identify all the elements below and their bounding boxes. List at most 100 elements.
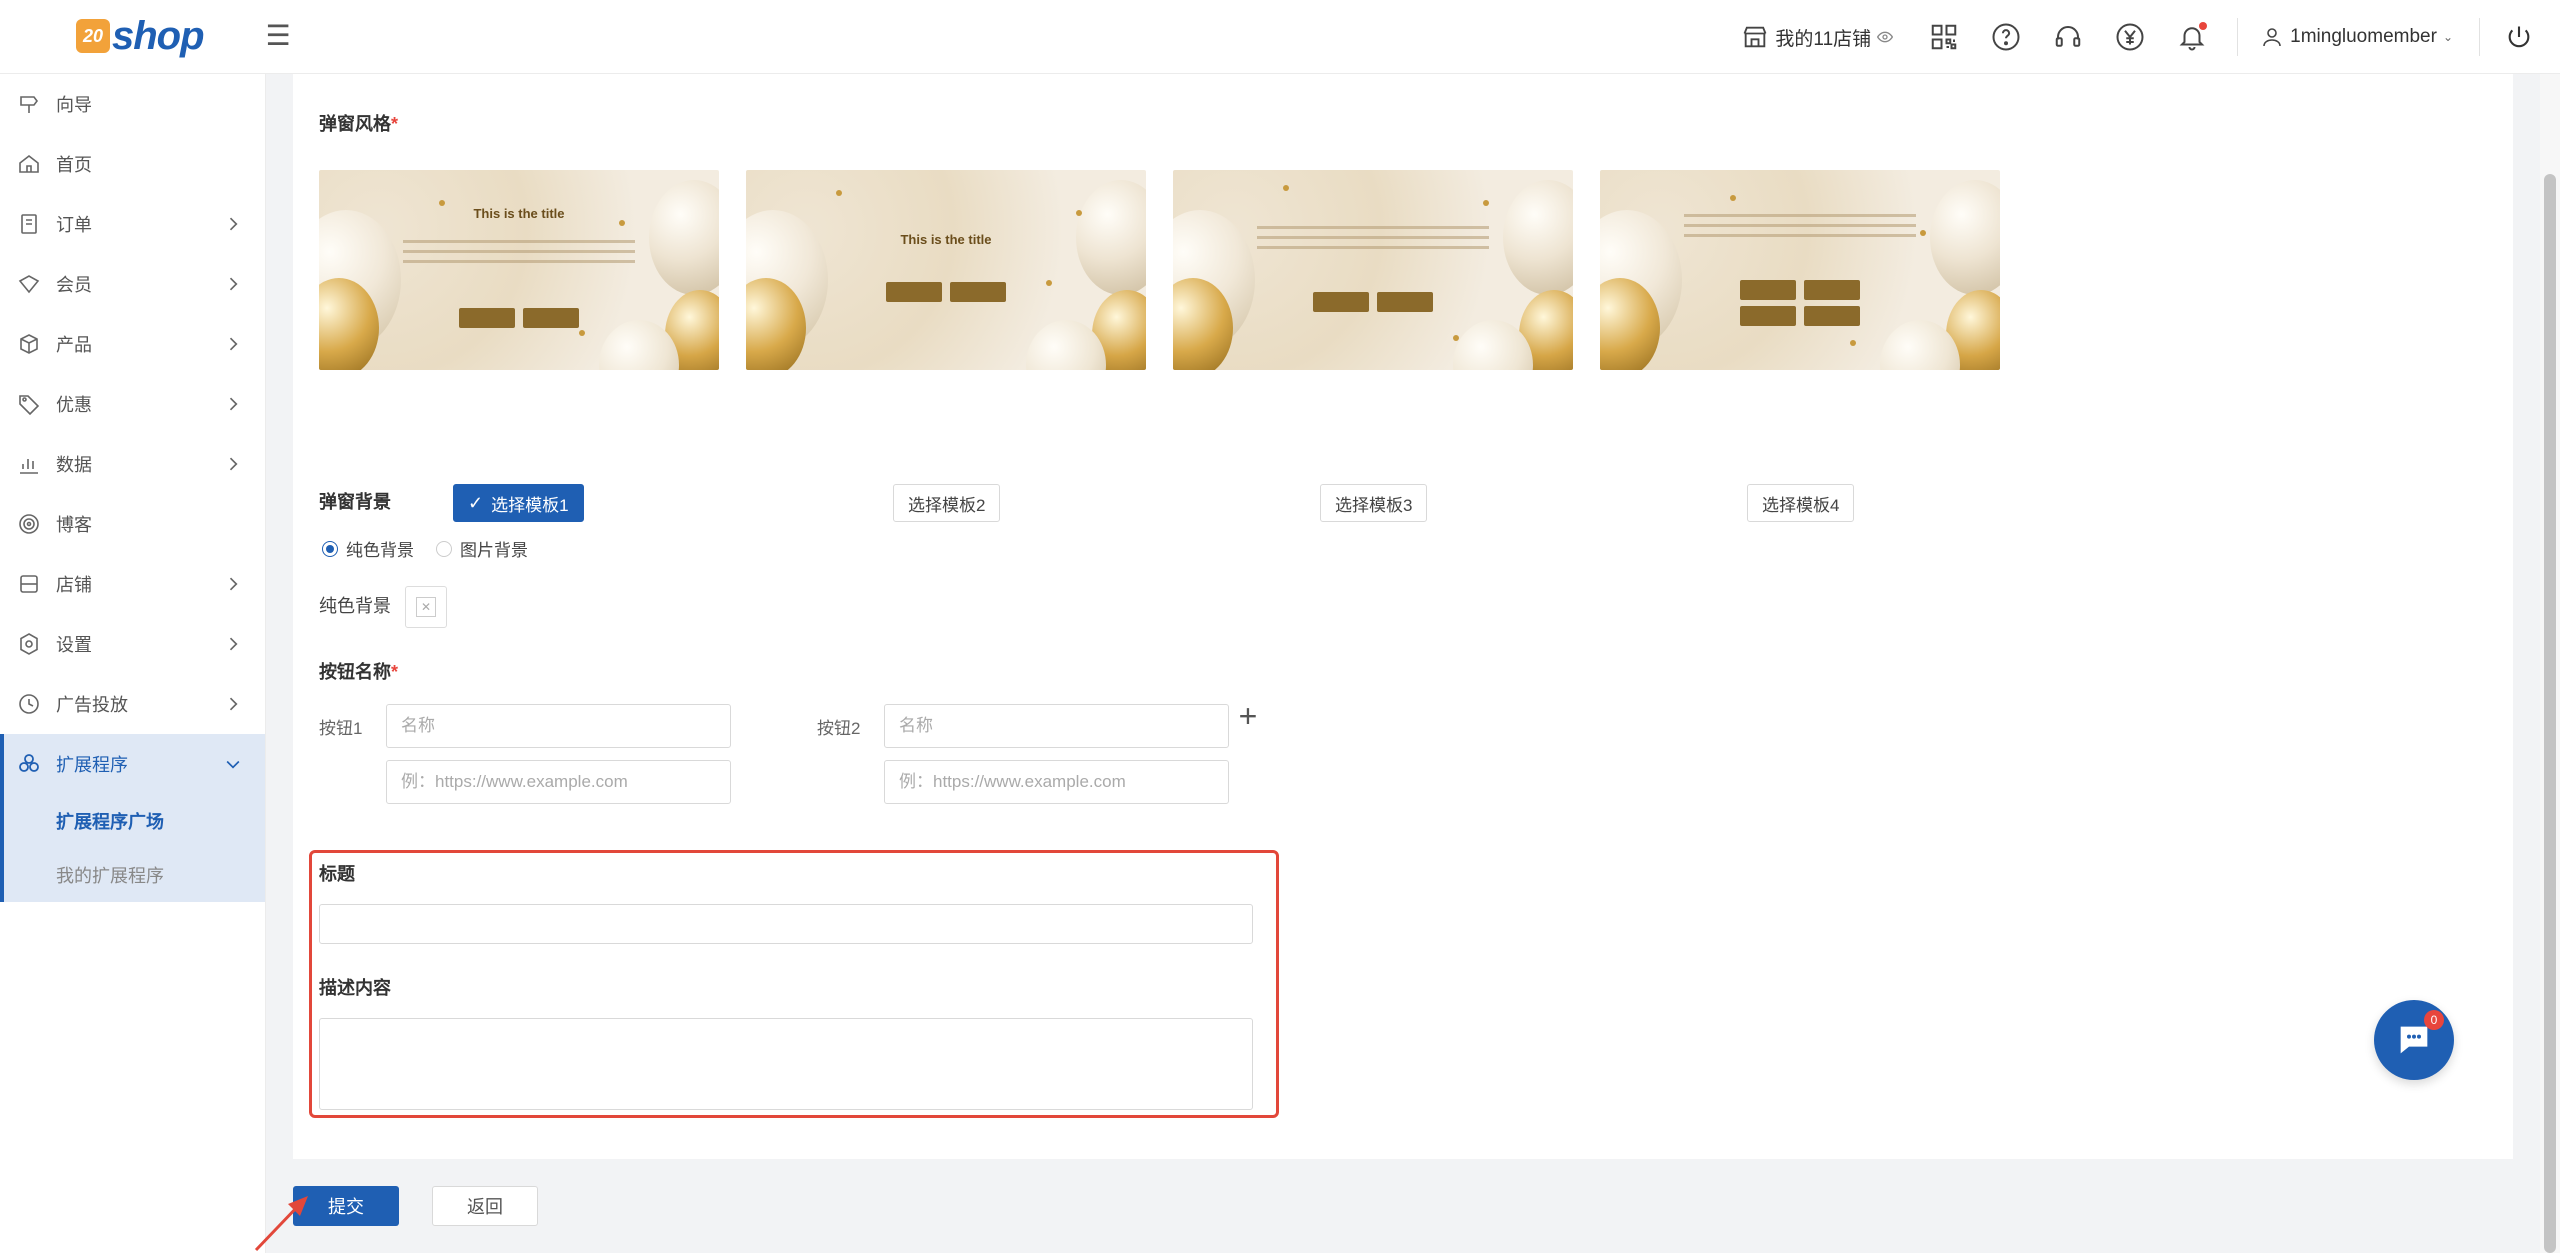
- sidebar-item-settings[interactable]: 设置: [0, 614, 265, 674]
- sidebar-item-label: 首页: [56, 155, 92, 175]
- solid-color-label: 纯色背景: [319, 596, 391, 616]
- choose-template-4-button[interactable]: 选择模板4: [1747, 484, 1855, 522]
- description-label: 描述内容: [319, 978, 391, 998]
- discount-icon: [16, 391, 42, 417]
- sidebar-item-orders[interactable]: 订单: [0, 194, 265, 254]
- bell-icon[interactable]: [2175, 20, 2209, 54]
- chevron-right-icon: [229, 397, 238, 411]
- sidebar-subitem-my-extensions[interactable]: 我的扩展程序: [0, 848, 265, 902]
- chat-button[interactable]: 0: [2374, 1000, 2454, 1080]
- choose-template-1-button[interactable]: ✓ 选择模板1: [453, 484, 584, 522]
- template-preview-4[interactable]: [1600, 170, 2000, 370]
- sidebar-subitem-extension-plaza[interactable]: 扩展程序广场: [0, 794, 265, 848]
- sidebar-item-label: 扩展程序: [56, 755, 128, 775]
- title-input[interactable]: [319, 904, 1253, 944]
- sidebar-item-label: 广告投放: [56, 695, 128, 715]
- add-button-icon[interactable]: +: [1233, 700, 1263, 732]
- logo-word: shop: [112, 13, 205, 58]
- sidebar-item-guide[interactable]: 向导: [0, 74, 265, 134]
- chevron-right-icon: [229, 337, 238, 351]
- power-icon[interactable]: [2502, 20, 2536, 54]
- background-label: 弹窗背景: [319, 488, 391, 514]
- sidebar-item-label: 博客: [56, 515, 92, 535]
- data-icon: [16, 451, 42, 477]
- store-switcher[interactable]: 我的11店铺: [1741, 23, 1894, 51]
- store-icon: [16, 571, 42, 597]
- radio-solid-label[interactable]: 纯色背景: [346, 536, 414, 561]
- popup-style-label: 弹窗风格*: [319, 110, 398, 136]
- menu-toggle-icon[interactable]: ☰: [262, 20, 294, 52]
- sidebar-item-label: 设置: [56, 635, 92, 655]
- title-label: 标题: [319, 864, 355, 884]
- button2-label: 按钮2: [817, 719, 861, 738]
- close-icon: ✕: [416, 597, 436, 617]
- chevron-right-icon: [229, 697, 238, 711]
- currency-icon[interactable]: [2113, 20, 2147, 54]
- help-icon[interactable]: [1989, 20, 2023, 54]
- eye-icon: [1877, 31, 1894, 43]
- blog-icon: [16, 511, 42, 537]
- sidebar-item-ads[interactable]: 广告投放: [0, 674, 265, 734]
- sidebar-item-members[interactable]: 会员: [0, 254, 265, 314]
- ads-icon: [16, 691, 42, 717]
- logo[interactable]: 20 shop: [76, 10, 205, 62]
- button-name-text: 按钮名称: [319, 662, 391, 682]
- sidebar-item-label: 数据: [56, 455, 92, 475]
- sidebar-item-label: 向导: [56, 95, 92, 115]
- sidebar-item-label: 店铺: [56, 575, 92, 595]
- radio-solid[interactable]: [322, 540, 338, 557]
- background-label-text: 弹窗背景: [319, 492, 391, 512]
- radio-image-label[interactable]: 图片背景: [460, 536, 528, 561]
- store-name: 我的11店铺: [1775, 28, 1872, 50]
- header-divider-2: [2479, 18, 2480, 56]
- sidebar-item-label: 订单: [56, 215, 92, 235]
- description-textarea[interactable]: [319, 1018, 1253, 1110]
- user-menu[interactable]: 1mingluomember ⌄: [2260, 25, 2453, 49]
- header-actions: 我的11店铺 1mingluomember ⌄: [1741, 0, 2560, 74]
- member-icon: [16, 271, 42, 297]
- sidebar: 向导 首页 订单 会员 产品 优惠 数据 博客 店铺 设置 广告投放 扩展程序 …: [0, 74, 266, 1253]
- button1-label: 按钮1: [319, 719, 363, 738]
- template-preview-1[interactable]: This is the title: [319, 170, 719, 370]
- required-mark: *: [391, 662, 399, 682]
- sidebar-item-extensions[interactable]: 扩展程序: [0, 734, 265, 794]
- button-label: 选择模板1: [491, 495, 569, 515]
- sidebar-item-discounts[interactable]: 优惠: [0, 374, 265, 434]
- button-name-label: 按钮名称*: [319, 658, 398, 684]
- radio-image[interactable]: [436, 540, 452, 557]
- button1-name-input[interactable]: [386, 704, 731, 748]
- chevron-down-icon: [226, 760, 240, 769]
- chevron-right-icon: [229, 637, 238, 651]
- choose-template-3-button[interactable]: 选择模板3: [1320, 484, 1428, 522]
- button1-url-input[interactable]: [386, 760, 731, 804]
- button2-name-input[interactable]: [884, 704, 1229, 748]
- background-type-radio-group: 纯色背景 图片背景: [322, 536, 528, 561]
- page-scrollbar[interactable]: [2540, 74, 2560, 1253]
- button2-url-input[interactable]: [884, 760, 1229, 804]
- template-preview-2[interactable]: This is the title: [746, 170, 1146, 370]
- chevron-right-icon: [229, 277, 238, 291]
- qr-code-icon[interactable]: [1927, 20, 1961, 54]
- template-preview-3[interactable]: [1173, 170, 1573, 370]
- required-mark: *: [391, 114, 399, 134]
- headset-icon[interactable]: [2051, 20, 2085, 54]
- extensions-icon: [16, 751, 42, 777]
- choose-template-2-button[interactable]: 选择模板2: [893, 484, 1001, 522]
- sidebar-item-label: 产品: [56, 335, 92, 355]
- extensions-submenu: 扩展程序广场 我的扩展程序: [0, 794, 265, 902]
- sidebar-item-blog[interactable]: 博客: [0, 494, 265, 554]
- scrollbar-thumb[interactable]: [2544, 174, 2556, 1253]
- chevron-right-icon: [229, 217, 238, 231]
- color-picker[interactable]: ✕: [405, 586, 447, 628]
- username: 1mingluomember: [2290, 26, 2437, 47]
- sidebar-item-products[interactable]: 产品: [0, 314, 265, 374]
- back-button[interactable]: 返回: [432, 1186, 538, 1226]
- unread-count-badge: 0: [2424, 1010, 2444, 1030]
- sidebar-item-data[interactable]: 数据: [0, 434, 265, 494]
- sidebar-item-home[interactable]: 首页: [0, 134, 265, 194]
- store-icon: [1744, 26, 1767, 48]
- settings-icon: [16, 631, 42, 657]
- sidebar-item-store[interactable]: 店铺: [0, 554, 265, 614]
- order-icon: [16, 211, 42, 237]
- template-title: This is the title: [900, 232, 992, 247]
